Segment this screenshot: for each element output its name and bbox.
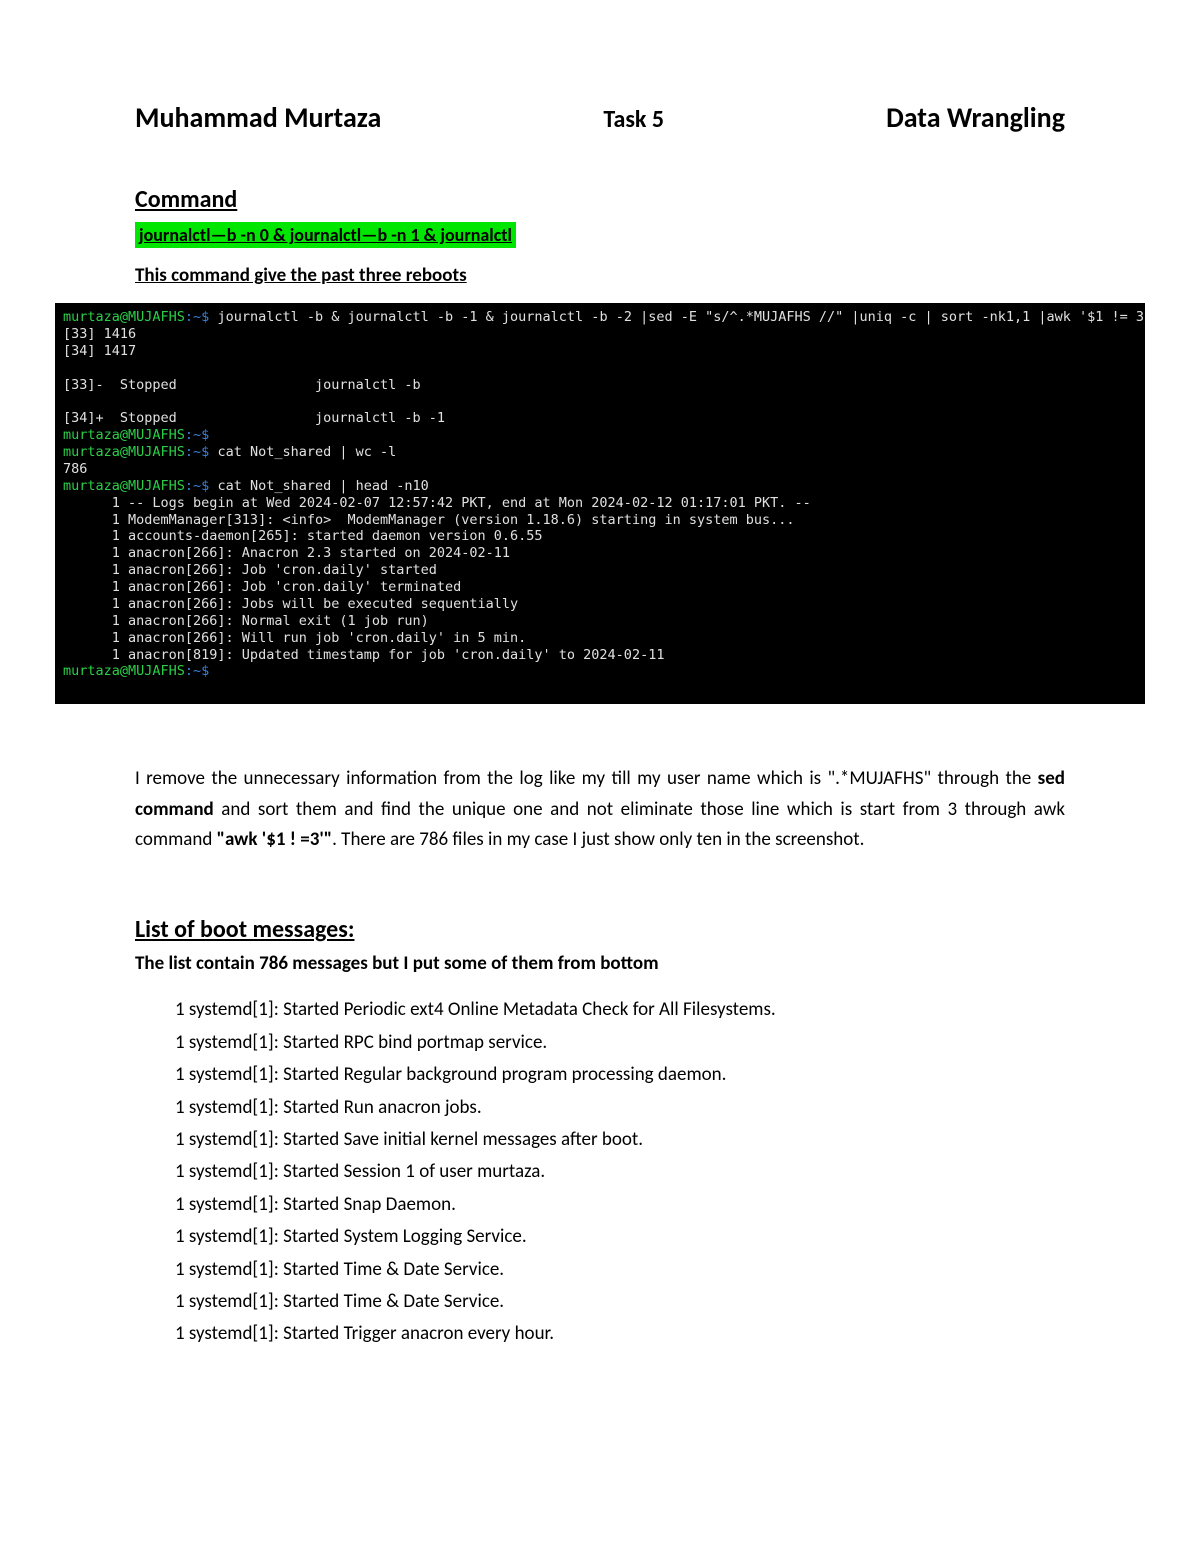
terminal-log-line: 1 -- Logs begin at Wed 2024-02-07 12:57:… <box>63 495 811 511</box>
boot-list-heading: List of boot messages: <box>135 915 1065 944</box>
boot-message-list: 1 systemd[1]: Started Periodic ext4 Onli… <box>135 995 1065 1349</box>
terminal-output: [34]+ Stopped journalctl -b -1 <box>63 410 445 426</box>
terminal-prompt: murtaza@MUJAFHS <box>63 478 185 494</box>
list-item: 1 systemd[1]: Started Periodic ext4 Onli… <box>175 995 1065 1025</box>
list-item: 1 systemd[1]: Started Snap Daemon. <box>175 1190 1065 1220</box>
terminal-prompt: murtaza@MUJAFHS <box>63 444 185 460</box>
terminal-path: :~$ <box>185 663 209 679</box>
terminal-output: 786 <box>63 461 87 477</box>
terminal-output: [33]- Stopped journalctl -b <box>63 377 421 393</box>
terminal-command: cat Not_shared | head -n10 <box>217 478 428 494</box>
terminal-command: cat Not_shared | wc -l <box>217 444 396 460</box>
list-item: 1 systemd[1]: Started System Logging Ser… <box>175 1222 1065 1252</box>
terminal-prompt: murtaza@MUJAFHS <box>63 663 185 679</box>
terminal-log-line: 1 anacron[819]: Updated timestamp for jo… <box>63 647 664 663</box>
terminal-path: :~$ <box>185 478 218 494</box>
list-item: 1 systemd[1]: Started Time & Date Servic… <box>175 1255 1065 1285</box>
terminal-log-line: 1 anacron[266]: Will run job 'cron.daily… <box>63 630 526 646</box>
command-heading: Command <box>135 185 1065 214</box>
boot-list-subtitle: The list contain 786 messages but I put … <box>135 952 1065 975</box>
description-paragraph: I remove the unnecessary information fro… <box>135 764 1065 855</box>
list-item: 1 systemd[1]: Started Session 1 of user … <box>175 1157 1065 1187</box>
description-text: I remove the unnecessary information fro… <box>135 767 1038 790</box>
terminal-log-line: 1 ModemManager[313]: <info> ModemManager… <box>63 512 795 528</box>
list-item: 1 systemd[1]: Started Save initial kerne… <box>175 1125 1065 1155</box>
terminal-command: journalctl -b & journalctl -b -1 & journ… <box>217 309 1145 325</box>
list-item: 1 systemd[1]: Started Regular background… <box>175 1060 1065 1090</box>
command-subtitle: This command give the past three reboots <box>135 264 1065 287</box>
terminal-log-line: 1 anacron[266]: Normal exit (1 job run) <box>63 613 429 629</box>
terminal-prompt: murtaza@MUJAFHS <box>63 309 185 325</box>
list-item: 1 systemd[1]: Started Time & Date Servic… <box>175 1287 1065 1317</box>
list-item: 1 systemd[1]: Started Trigger anacron ev… <box>175 1319 1065 1349</box>
terminal-log-line: 1 accounts-daemon[265]: started daemon v… <box>63 528 543 544</box>
task-number: Task 5 <box>603 105 664 134</box>
terminal-output: [34] 1417 <box>63 343 136 359</box>
terminal-prompt: murtaza@MUJAFHS <box>63 427 185 443</box>
document-header: Muhammad Murtaza Task 5 Data Wrangling <box>55 100 1145 135</box>
terminal-log-line: 1 anacron[266]: Job 'cron.daily' started <box>63 562 437 578</box>
command-highlight: journalctl—b -n 0 & journalctl—b -n 1 & … <box>135 222 516 248</box>
description-bold: "awk '$1 ! =3'" <box>217 828 332 851</box>
list-item: 1 systemd[1]: Started RPC bind portmap s… <box>175 1028 1065 1058</box>
description-text: . There are 786 files in my case I just … <box>332 828 864 851</box>
terminal-path: :~$ <box>185 427 209 443</box>
author-name: Muhammad Murtaza <box>135 100 381 135</box>
terminal-log-line: 1 anacron[266]: Jobs will be executed se… <box>63 596 518 612</box>
terminal-screenshot: murtaza@MUJAFHS:~$ journalctl -b & journ… <box>55 303 1145 704</box>
terminal-log-line: 1 anacron[266]: Job 'cron.daily' termina… <box>63 579 461 595</box>
list-item: 1 systemd[1]: Started Run anacron jobs. <box>175 1093 1065 1123</box>
terminal-path: :~$ <box>185 444 218 460</box>
terminal-output: [33] 1416 <box>63 326 136 342</box>
task-category: Data Wrangling <box>886 100 1065 135</box>
terminal-path: :~$ <box>185 309 218 325</box>
terminal-log-line: 1 anacron[266]: Anacron 2.3 started on 2… <box>63 545 510 561</box>
document-content: Command journalctl—b -n 0 & journalctl—b… <box>55 185 1145 1350</box>
